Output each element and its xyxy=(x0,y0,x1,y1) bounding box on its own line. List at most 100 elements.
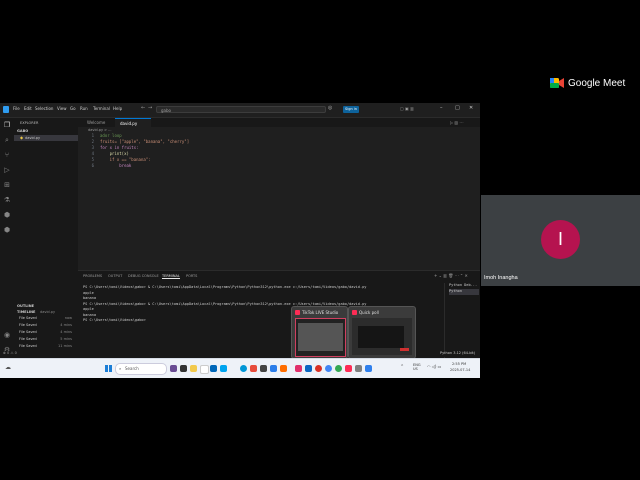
explorer-sidebar: EXPLORER GABO ◆ david.py OUTLINE TIMELIN… xyxy=(14,118,79,363)
app-icon-grey[interactable] xyxy=(355,365,362,372)
file-item-david: david.py xyxy=(25,136,41,140)
app-icon-blue[interactable] xyxy=(270,365,277,372)
menu-file[interactable]: File xyxy=(13,106,20,111)
vscode-taskbar-icon[interactable] xyxy=(365,365,372,372)
testing-icon[interactable]: ⚗ xyxy=(3,196,11,204)
python-icon[interactable]: ⬢ xyxy=(3,226,11,234)
explorer-icon[interactable]: ❐ xyxy=(3,121,11,129)
weather-icon[interactable]: ☁ xyxy=(5,364,11,371)
terminal-instance-python[interactable]: Python xyxy=(449,289,479,295)
python-version-status[interactable]: Python 3.12 (64-bit) xyxy=(440,351,475,355)
search-icon[interactable]: ⌕ xyxy=(3,136,11,144)
signin-button[interactable]: Sign in xyxy=(343,106,359,113)
tab-terminal[interactable]: TERMINAL xyxy=(162,274,180,279)
command-search-input[interactable]: gabo xyxy=(156,106,326,113)
timeline-item-label: File Saved xyxy=(19,316,37,320)
timeline-item[interactable]: File Saved 4 mins xyxy=(14,330,78,336)
timeline-item-time: 11 mins xyxy=(58,344,72,348)
timeline-item[interactable]: File Saved now xyxy=(14,316,78,322)
tab-welcome[interactable]: Welcome xyxy=(78,118,114,127)
app-icon-linkedin[interactable] xyxy=(305,365,312,372)
tiktok-taskbar-icon[interactable] xyxy=(345,365,352,372)
maximize-icon[interactable]: □ xyxy=(455,105,460,111)
menu-edit[interactable]: Edit xyxy=(24,106,32,111)
timeline-item-time: 4 mins xyxy=(60,330,72,334)
tab-debug-console[interactable]: DEBUG CONSOLE xyxy=(128,274,159,278)
layout-icon[interactable]: ▢ ▣ ▥ xyxy=(400,106,414,111)
tab-problems[interactable]: PROBLEMS xyxy=(83,274,102,278)
terminal-instance-debug[interactable]: Python Deb... xyxy=(449,283,477,289)
clock-time[interactable]: 2:55 PM xyxy=(452,362,466,366)
timeline-item[interactable]: File Saved 11 mins xyxy=(14,344,78,350)
store-icon[interactable] xyxy=(220,365,227,372)
source-control-icon[interactable]: ⑂ xyxy=(3,151,11,159)
tray-chevron-icon[interactable]: ⌃ xyxy=(400,364,404,370)
chrome-profile-icon[interactable] xyxy=(325,365,332,372)
edge-icon[interactable] xyxy=(210,365,217,372)
menu-run[interactable]: Run xyxy=(80,106,88,111)
outline-section[interactable]: OUTLINE xyxy=(17,304,34,308)
run-debug-icon[interactable]: ▷ xyxy=(3,166,11,174)
task-view-icon[interactable] xyxy=(180,365,187,372)
timeline-item[interactable]: File Saved 4 mins xyxy=(14,323,78,329)
menu-selection[interactable]: Selection xyxy=(35,106,53,111)
quickpoll-preview-popup[interactable]: Quick poll xyxy=(348,306,416,359)
app-icon-green[interactable] xyxy=(335,365,342,372)
split-editor-icon[interactable]: ▷ ▥ ⋯ xyxy=(450,120,463,125)
taskbar-app-icon[interactable] xyxy=(170,365,177,372)
app-icon-red[interactable] xyxy=(250,365,257,372)
menu-view[interactable]: View xyxy=(57,106,67,111)
account-icon[interactable]: ◉ xyxy=(3,331,11,339)
tiktok-preview-popup[interactable]: TikTok LIVE Studio xyxy=(291,306,348,359)
clock-date[interactable]: 2025-07-14 xyxy=(450,368,470,372)
timeline-section[interactable]: TIMELINE xyxy=(17,310,35,314)
minimize-icon[interactable]: – xyxy=(440,105,443,111)
file-explorer-icon[interactable] xyxy=(190,365,197,372)
line-number: 6 xyxy=(91,163,94,168)
bottom-panel: PROBLEMS OUTPUT DEBUG CONSOLE TERMINAL P… xyxy=(78,270,480,364)
taskbar-search-input[interactable]: ⌕ Search xyxy=(115,363,167,375)
activity-bar: ❐ ⌕ ⑂ ▷ ⊞ ⚗ ⬢ ⬢ ◉ ⚙ xyxy=(0,118,14,363)
language-indicator[interactable]: ENG US xyxy=(413,363,421,371)
timeline-item-time: now xyxy=(64,316,72,320)
file-item-row[interactable]: ◆ david.py xyxy=(14,135,78,141)
quickpoll-icon xyxy=(352,310,357,315)
quickpoll-preview-thumb xyxy=(352,318,412,355)
remote-icon[interactable]: ⬢ xyxy=(3,211,11,219)
folder-gabo[interactable]: GABO xyxy=(17,129,28,133)
remote-status-icon[interactable]: ⊗ 0 ⚠ 0 xyxy=(3,351,17,355)
tab-ports[interactable]: PORTS xyxy=(186,274,197,278)
hp-icon[interactable] xyxy=(240,365,247,372)
python-file-icon: ◆ xyxy=(20,135,24,140)
quickpoll-popup-title: Quick poll xyxy=(359,310,379,315)
menu-terminal[interactable]: Terminal xyxy=(93,106,110,111)
chrome-icon[interactable] xyxy=(200,365,209,374)
network-volume-battery-icon[interactable]: ◠ ◁) ▭ xyxy=(427,364,441,369)
windows-start-icon[interactable] xyxy=(105,365,112,372)
vscode-logo-icon xyxy=(3,106,9,113)
tab-david[interactable]: david.py xyxy=(115,118,151,127)
breadcrumb[interactable]: david.py > ... xyxy=(88,128,112,132)
code-lines: 1 ador loop 2 fruits= ["apple", "banana", … xyxy=(82,133,190,169)
tab-david-label: david.py xyxy=(120,121,138,126)
tab-output[interactable]: OUTPUT xyxy=(108,274,122,278)
app-icon-orange[interactable] xyxy=(280,365,287,372)
timeline-item-label: File Saved xyxy=(19,337,37,341)
meet-brand: Google Meet xyxy=(568,78,626,89)
timeline-item[interactable]: File Saved 5 mins xyxy=(14,337,78,343)
timeline-file: david.py xyxy=(40,310,56,314)
terminal-line: PS C:\Users\tomi\Videos\gabo> & C:\Users… xyxy=(83,285,367,289)
menu-help[interactable]: Help xyxy=(113,106,122,111)
instagram-icon[interactable] xyxy=(295,365,302,372)
close-icon[interactable]: ✕ xyxy=(469,105,473,111)
copilot-icon[interactable]: ◎ xyxy=(328,105,332,111)
avatar: I xyxy=(541,220,580,259)
back-arrow-icon[interactable]: ← xyxy=(141,105,145,111)
app-icon-red-circle[interactable] xyxy=(315,365,322,372)
forward-arrow-icon[interactable]: → xyxy=(148,105,152,111)
terminal-actions-icon[interactable]: + ⌄ ▥ 🗑 ⋯ ⌃ ✕ xyxy=(434,273,468,278)
menu-go[interactable]: Go xyxy=(70,106,76,111)
tiktok-popup-title: TikTok LIVE Studio xyxy=(302,310,339,315)
extensions-icon[interactable]: ⊞ xyxy=(3,181,11,189)
app-icon-dark[interactable] xyxy=(260,365,267,372)
